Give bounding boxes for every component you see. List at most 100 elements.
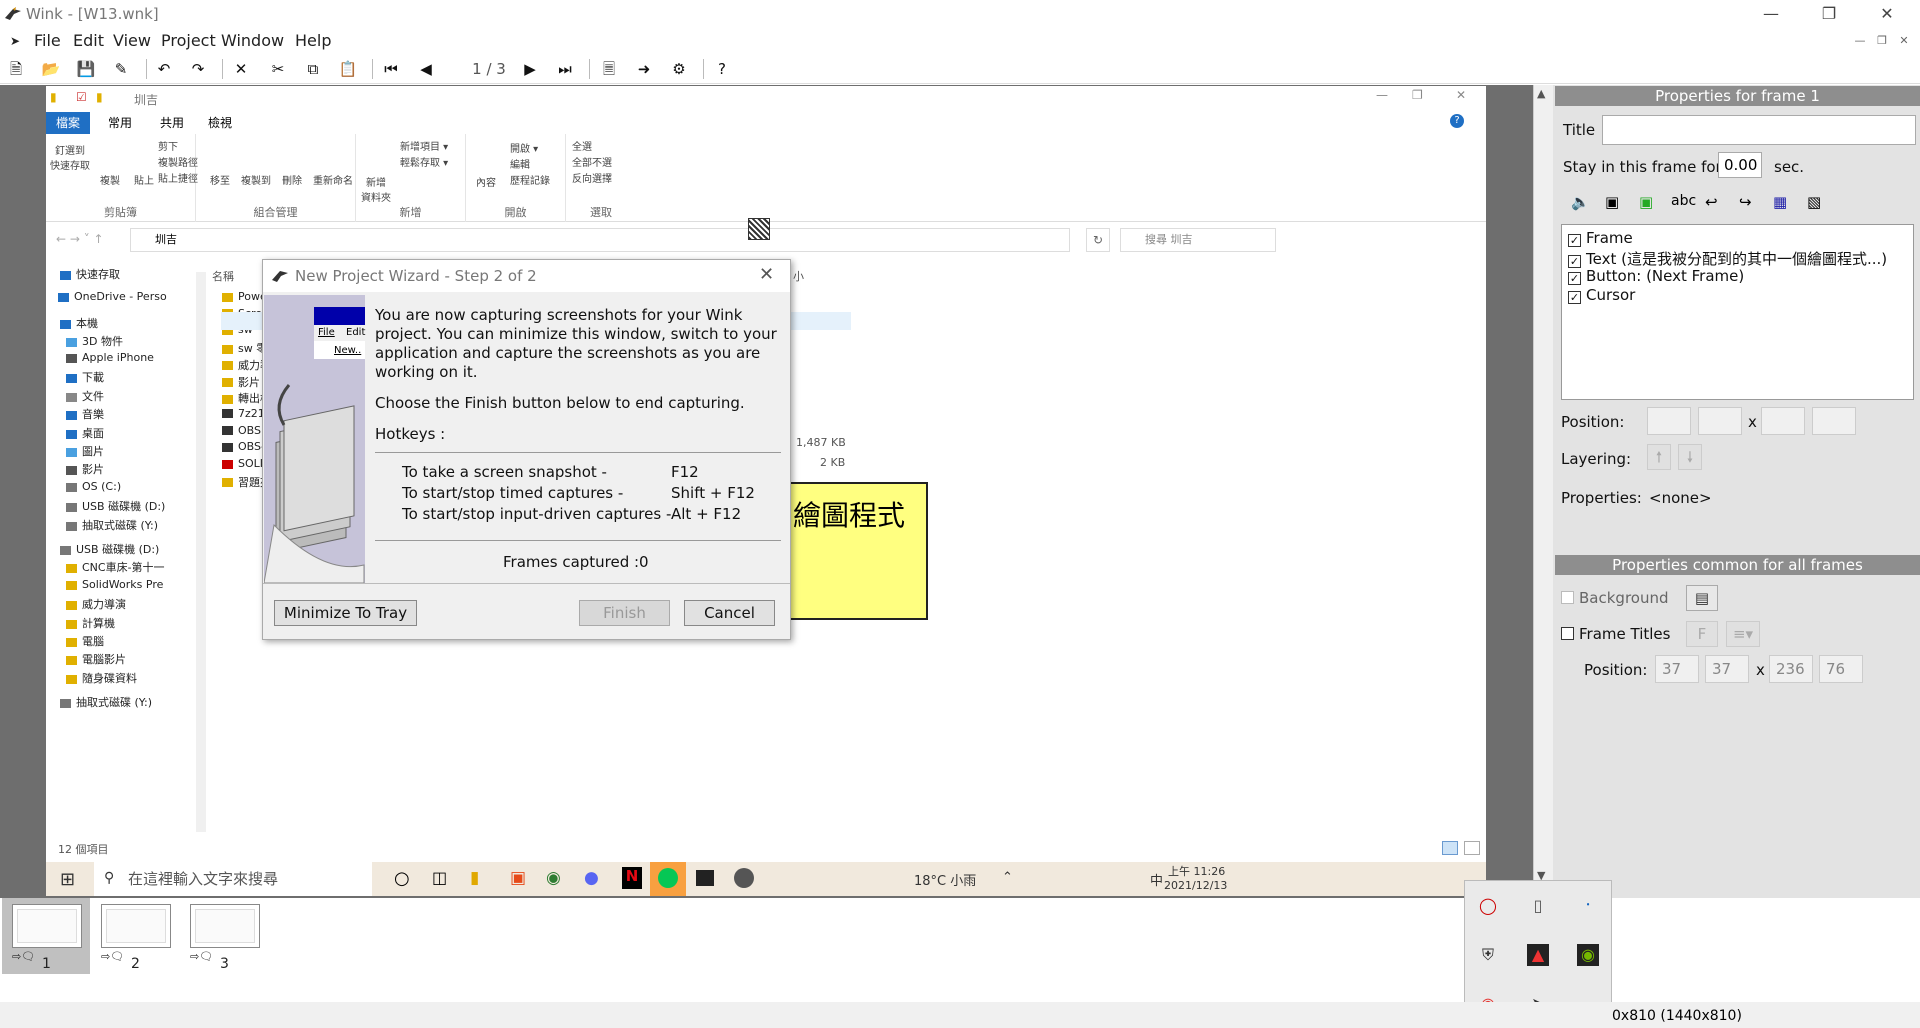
help-icon[interactable]: ? [710,57,734,81]
title-height-input[interactable]: 76 [1819,655,1863,683]
frame-thumbnail[interactable] [12,904,82,948]
prev-frame-icon[interactable]: ◀ [414,57,438,81]
title-x-input[interactable]: 37 [1655,655,1699,683]
checkbox-icon[interactable]: ✓ [1568,291,1581,304]
column-name: 名稱 [212,270,234,283]
position-y-input[interactable] [1698,407,1742,435]
minimize-to-tray-button[interactable]: Minimize To Tray [274,600,417,626]
add-button-icon[interactable]: ▣ [1639,193,1653,211]
copy-icon[interactable]: ⧉ [301,57,325,81]
layer-down-icon[interactable]: 🠗 [1678,444,1702,470]
title-y-input[interactable]: 37 [1705,655,1749,683]
terminal-icon [696,870,714,886]
file-name: 影片 [238,375,260,389]
nav-item-label: SolidWorks Pre [82,578,164,591]
explorer-close-icon: ✕ [1456,88,1467,102]
folder-icon [60,545,71,555]
delete-icon[interactable]: ✕ [229,57,253,81]
workspace-vscrollbar[interactable]: ▲ ▼ [1533,85,1553,898]
cancel-button[interactable]: Cancel [684,600,775,626]
open-project-icon[interactable]: 📂 [39,57,63,81]
object-list-item[interactable]: ✓ Frame [1568,229,1633,247]
close-button[interactable]: ✕ [1864,0,1910,30]
width-input[interactable] [1761,407,1805,435]
object-list-item[interactable]: ✓ Button: (Next Frame) [1568,267,1744,285]
add-text-icon[interactable]: ▣ [1605,193,1619,211]
object-label: Button: (Next Frame) [1586,267,1745,285]
frame-title-input[interactable] [1602,115,1916,145]
menu-window[interactable]: Window [221,31,284,50]
mcafee-icon[interactable]: ◯ [1477,895,1499,917]
frame-titles-checkbox[interactable]: Frame Titles [1561,625,1670,643]
game-app-icon[interactable]: ▲ [1527,944,1549,966]
cut-icon[interactable]: ✂ [266,57,290,81]
file-icon [222,378,233,387]
first-frame-icon[interactable]: ⏮ [379,57,403,81]
restore-button[interactable]: ❐ [1806,0,1852,30]
file-size-2: 2 KB [820,456,846,469]
minimize-button[interactable]: — [1748,0,1794,30]
frame-counter: 1 / 3 [472,60,506,78]
object-list-item[interactable]: ✓ Text (這是我被分配到的其中一個繪圖程式...) [1568,248,1887,269]
height-input[interactable] [1812,407,1856,435]
object-list-item[interactable]: ✓ Cursor [1568,286,1635,304]
wizard-close-icon[interactable]: ✕ [759,264,774,285]
capture-icon[interactable]: ✎ [109,57,133,81]
background-image-icon[interactable]: ▤ [1686,585,1718,611]
folder-icon [66,563,77,573]
add-label-icon[interactable]: abc [1671,193,1696,209]
stay-unit: sec. [1774,158,1805,176]
send-back-icon[interactable]: ↩ [1705,193,1718,211]
security-shield-icon[interactable]: ⛨ [1477,944,1499,966]
wink-logo-icon [272,271,288,282]
paste-icon[interactable]: 📋 [336,57,360,81]
mdi-close-button[interactable]: ✕ [1893,33,1915,51]
frame-thumbnail[interactable] [190,904,260,948]
save-icon[interactable]: 💾 [74,57,98,81]
font-icon[interactable]: F [1686,621,1718,647]
bring-front-icon[interactable]: ↪ [1739,193,1752,211]
nav-item-label: 桌面 [82,427,104,440]
file-name: OBS- [238,440,265,454]
menu-project[interactable]: Project [161,31,216,50]
mdi-minimize-button[interactable]: — [1849,33,1871,51]
mdi-child-icon[interactable]: ➤ [10,34,20,48]
group-icon[interactable]: ▧ [1807,193,1821,211]
menu-file[interactable]: File [34,31,61,50]
mdi-restore-button[interactable]: ❐ [1871,33,1893,51]
add-image-icon[interactable]: ▦ [1773,193,1787,211]
align-icon[interactable]: ≡▾ [1726,621,1760,647]
object-list[interactable]: ✓ Frame ✓ Text (這是我被分配到的其中一個繪圖程式...) ✓ Button… [1561,224,1914,400]
menu-view[interactable]: View [113,31,151,50]
bluetooth-icon[interactable]: ᛫ [1577,895,1599,917]
text-callout[interactable]: 繪圖程式 [785,482,928,620]
title-width-input[interactable]: 236 [1769,655,1813,683]
menu-edit[interactable]: Edit [73,31,104,50]
redo-icon[interactable]: ↷ [186,57,210,81]
scroll-up-icon[interactable]: ▲ [1537,87,1545,100]
menu-help[interactable]: Help [295,31,331,50]
last-frame-icon[interactable]: ⏭ [553,57,577,81]
frame-thumbnail[interactable] [101,904,171,948]
layer-up-icon[interactable]: 🠕 [1647,444,1671,470]
nav-item: 計算機 [66,615,115,631]
preview-icon[interactable]: 🗏 [597,57,621,81]
background-checkbox[interactable]: Background [1561,589,1669,607]
nav-item: 本機 [60,315,98,331]
checkbox-icon[interactable]: ✓ [1568,272,1581,285]
checkbox-icon[interactable]: ✓ [1568,234,1581,247]
undo-icon[interactable]: ↶ [152,57,176,81]
new-project-icon[interactable]: 🗎 [4,57,28,81]
usb-icon[interactable]: ▯ [1527,895,1549,917]
nav-item-label: 抽取式磁碟 (Y:) [82,519,159,532]
menu-bar: ➤ File Edit View Project Window Help [0,30,1920,54]
add-sound-icon[interactable]: 🔈 [1571,193,1590,211]
render-icon[interactable]: ⚙ [667,57,691,81]
stay-duration-input[interactable] [1718,152,1762,178]
nav-item-label: 影片 [82,463,104,476]
finish-button[interactable]: Finish [579,600,670,626]
export-icon[interactable]: ➜ [632,57,656,81]
wizard-instructions: You are now capturing screenshots for yo… [375,306,777,381]
nvidia-icon[interactable]: ◉ [1577,944,1599,966]
position-x-input[interactable] [1647,407,1691,435]
